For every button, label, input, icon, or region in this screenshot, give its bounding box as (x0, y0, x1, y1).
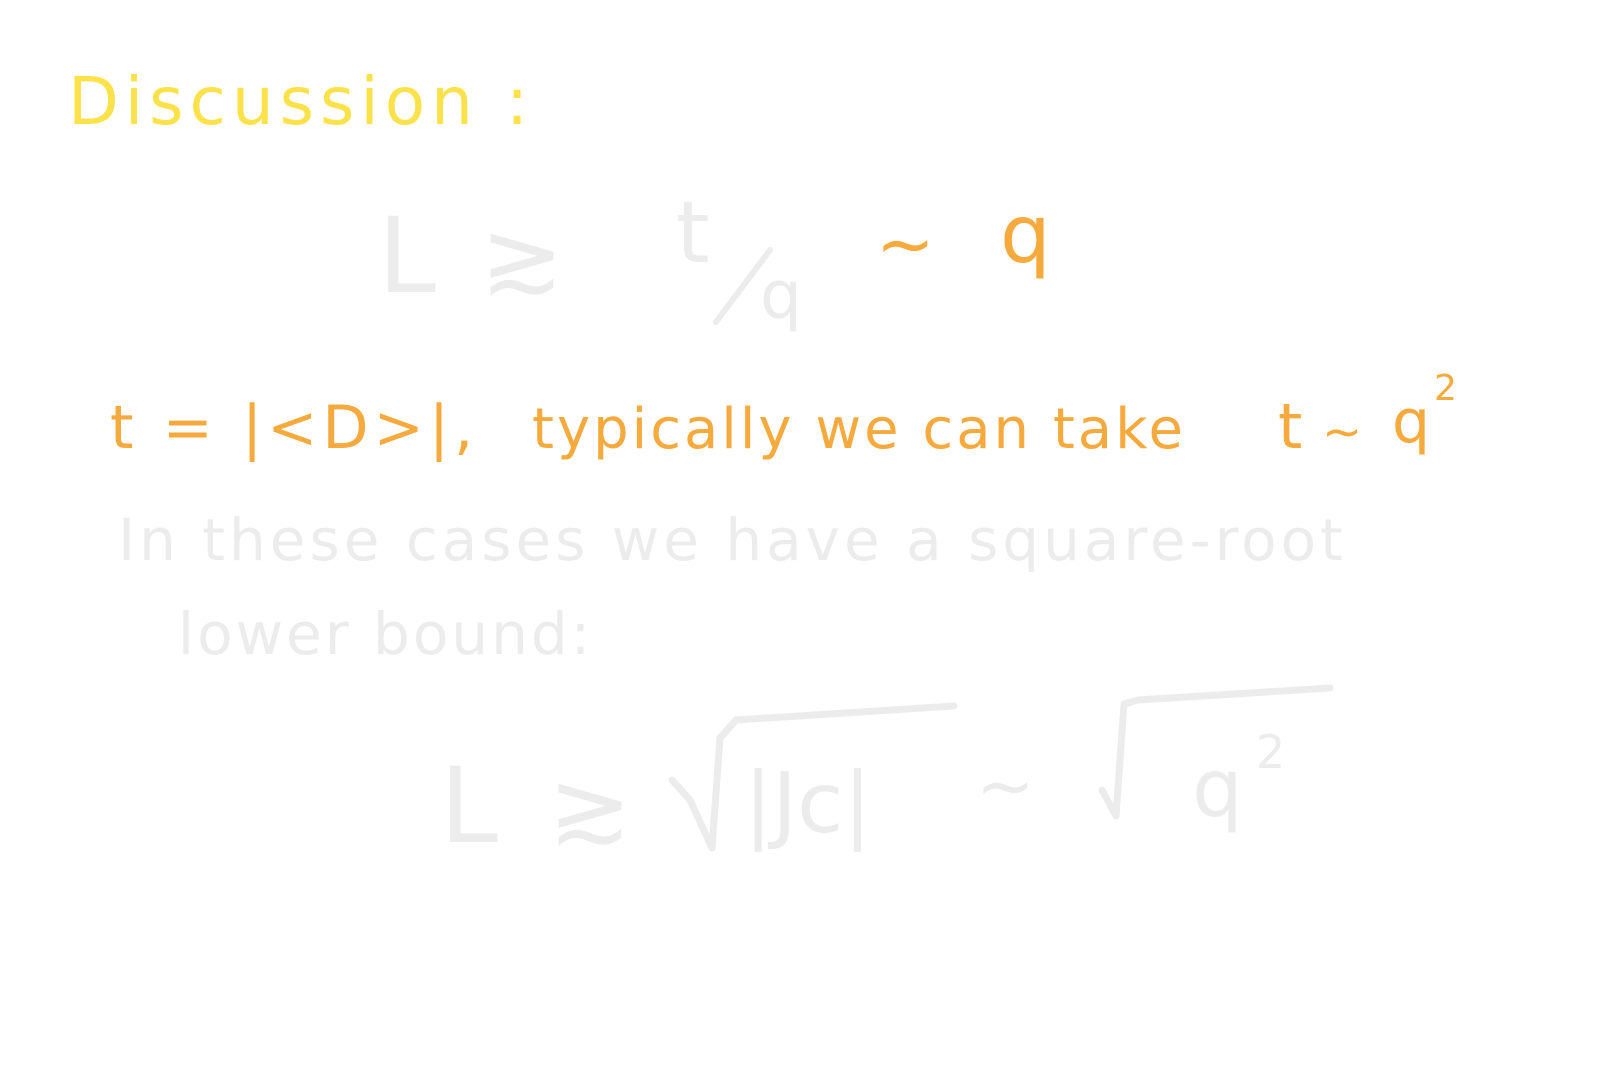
eq1-relation: ≳ (480, 199, 564, 316)
definition-line: t = |<D>|, typically we can take t ∼ q 2 (110, 368, 1457, 463)
eq2-sim: ∼ (976, 745, 1035, 827)
eq2-radicand-2-base: q (1192, 742, 1243, 835)
eq2-lhs: L (440, 745, 498, 867)
heading-discussion: Discussion : (68, 63, 534, 140)
t-variable: t (1278, 390, 1302, 463)
paragraph-line-2: lower bound: (178, 600, 593, 668)
eq1-rhs: q (1000, 188, 1051, 281)
eq1-lhs: L (378, 195, 436, 317)
definition-t-equals-abs-d: t = |<D>|, (110, 393, 478, 463)
eq1-sim: ∼ (876, 203, 935, 285)
eq1-numerator: t (676, 183, 710, 283)
typically-text: typically we can take (532, 397, 1186, 462)
eq2-radicand-1: |Jc| (744, 754, 872, 852)
q-exponent: 2 (1434, 368, 1457, 409)
eq2-radicand-2-exponent: 2 (1256, 725, 1285, 779)
q-base: q (1392, 387, 1430, 457)
sim-symbol: ∼ (1322, 404, 1362, 460)
whiteboard-canvas: Discussion : L ≳ t q ∼ q t = |<D>|, typi… (68, 63, 1457, 867)
paragraph-line-1: In these cases we have a square-root (118, 506, 1347, 574)
eq2-relation: ≳ (548, 749, 632, 866)
paragraph: In these cases we have a square-root low… (118, 506, 1347, 668)
eq1-denominator: q (760, 257, 802, 334)
equation-1: L ≳ t q ∼ q (378, 183, 1051, 334)
equation-2: L ≳ |Jc| ∼ q 2 (440, 684, 1334, 867)
